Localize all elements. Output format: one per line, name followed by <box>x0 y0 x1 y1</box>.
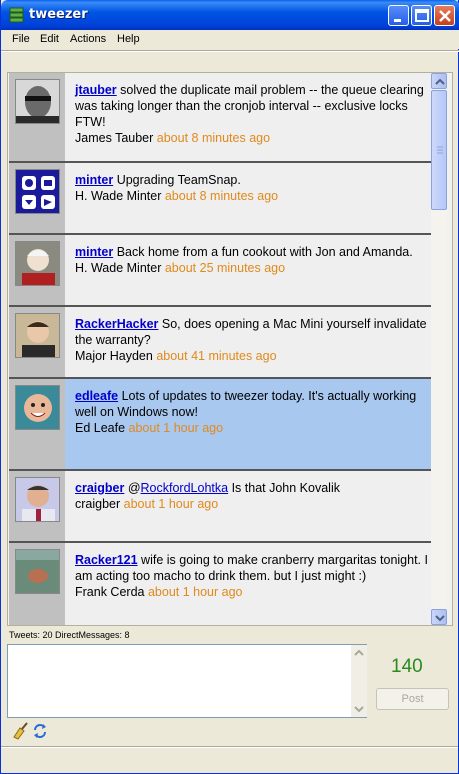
post-button[interactable]: Post <box>376 688 449 710</box>
tweet-text: craigber @RockfordLohtka Is that John Ko… <box>75 480 431 512</box>
minimize-button[interactable] <box>388 5 409 26</box>
tweet-text: minter Back home from a fun cookout with… <box>75 244 431 276</box>
menu-divider <box>1 50 459 52</box>
user-link[interactable]: jtauber <box>75 83 117 97</box>
timestamp: about 8 minutes ago <box>156 131 271 145</box>
composer-scrollbar[interactable] <box>351 645 367 717</box>
avatar-minter[interactable] <box>15 169 60 214</box>
tweet-item[interactable]: minter Back home from a fun cookout with… <box>9 235 436 307</box>
menu-help[interactable]: Help <box>117 33 140 45</box>
user-link[interactable]: Racker121 <box>75 553 138 567</box>
tweet-text: RackerHacker So, does opening a Mac Mini… <box>75 316 431 364</box>
tweet-item[interactable]: RackerHacker So, does opening a Mac Mini… <box>9 307 436 379</box>
menu-file[interactable]: File <box>12 33 30 45</box>
close-button[interactable] <box>434 5 455 26</box>
tweet-text: minter Upgrading TeamSnap. H. Wade Minte… <box>75 172 431 204</box>
author-name: Frank Cerda <box>75 585 145 599</box>
tweet-message: solved the duplicate mail problem -- the… <box>75 83 424 129</box>
tweet-item[interactable]: edleafe Lots of updates to tweezer today… <box>9 379 436 471</box>
app-icon <box>9 7 24 23</box>
menu-bar: File Edit Actions Help <box>1 30 459 49</box>
status-counts: Tweets: 20 DirectMessages: 8 <box>9 630 130 640</box>
timeline[interactable]: jtauber solved the duplicate mail proble… <box>7 72 453 626</box>
window-title: tweezer <box>29 7 88 22</box>
menu-edit[interactable]: Edit <box>40 33 59 45</box>
scroll-down-button[interactable] <box>431 609 447 625</box>
timestamp: about 8 minutes ago <box>164 189 279 203</box>
tweet-text: edleafe Lots of updates to tweezer today… <box>75 388 431 436</box>
avatar-rackerhacker[interactable] <box>15 313 60 358</box>
avatar-racker121[interactable] <box>15 549 60 594</box>
tweet-item[interactable]: minter Upgrading TeamSnap. H. Wade Minte… <box>9 163 436 235</box>
mention-link[interactable]: RockfordLohtka <box>141 481 229 495</box>
toolbar-strip <box>7 56 453 72</box>
avatar-jtauber[interactable] <box>15 79 60 124</box>
author-name: Major Hayden <box>75 349 153 363</box>
tweet-message: Is that John Kovalik <box>231 481 340 495</box>
timestamp: about 41 minutes ago <box>156 349 277 363</box>
user-link[interactable]: RackerHacker <box>75 317 158 331</box>
tweet-text: jtauber solved the duplicate mail proble… <box>75 82 431 146</box>
tweet-item[interactable]: jtauber solved the duplicate mail proble… <box>9 73 436 163</box>
grip-icon <box>437 146 443 154</box>
author-name: craigber <box>75 497 121 511</box>
timestamp: about 25 minutes ago <box>164 261 286 275</box>
avatar-edleafe[interactable] <box>15 385 60 430</box>
tweet-item[interactable]: craigber @RockfordLohtka Is that John Ko… <box>9 471 436 543</box>
mention-prefix: @ <box>127 481 141 495</box>
menu-actions[interactable]: Actions <box>70 33 106 45</box>
author-name: Ed Leafe <box>75 421 126 435</box>
scroll-thumb[interactable] <box>431 90 447 210</box>
author-name: H. Wade Minter <box>75 261 162 275</box>
broom-icon[interactable] <box>11 722 29 740</box>
timestamp: about 1 hour ago <box>128 421 224 435</box>
status-bar <box>1 750 458 772</box>
tweet-message: Upgrading TeamSnap. <box>116 173 241 187</box>
chevron-up-icon <box>435 78 445 85</box>
avatar-image <box>16 550 59 593</box>
tweet-input[interactable] <box>8 645 350 717</box>
minimize-icon <box>394 19 401 22</box>
character-counter: 140 <box>391 656 423 677</box>
avatar-image <box>16 478 59 521</box>
author-name: James Tauber <box>75 131 154 145</box>
tweet-item[interactable]: Racker121 wife is going to make cranberr… <box>9 543 436 625</box>
avatar-image <box>16 314 59 357</box>
scroll-up-button[interactable] <box>431 73 447 89</box>
timeline-scrollbar[interactable] <box>431 73 447 625</box>
avatar-image <box>16 80 59 123</box>
close-icon <box>439 10 451 22</box>
avatar-craigber[interactable] <box>15 477 60 522</box>
user-link[interactable]: minter <box>75 245 113 259</box>
composer-scroll-arrows-icon <box>354 649 364 713</box>
avatar-image <box>16 242 59 285</box>
user-link[interactable]: edleafe <box>75 389 118 403</box>
tweet-message: Back home from a fun cookout with Jon an… <box>116 245 413 259</box>
user-link[interactable]: craigber <box>75 481 124 495</box>
tweet-message: Lots of updates to tweezer today. It's a… <box>75 389 417 419</box>
avatar-minter-2[interactable] <box>15 241 60 286</box>
title-bar[interactable]: tweezer <box>1 0 459 30</box>
refresh-icon[interactable] <box>31 722 49 740</box>
composer[interactable] <box>7 644 367 718</box>
avatar-image <box>16 170 59 213</box>
bottom-divider <box>1 746 458 748</box>
timestamp: about 1 hour ago <box>147 585 243 599</box>
author-name: H. Wade Minter <box>75 189 162 203</box>
maximize-button[interactable] <box>411 5 432 26</box>
chevron-down-icon <box>435 615 445 622</box>
tweet-text: Racker121 wife is going to make cranberr… <box>75 552 431 600</box>
avatar-image <box>16 386 59 429</box>
user-link[interactable]: minter <box>75 173 113 187</box>
timestamp: about 1 hour ago <box>123 497 219 511</box>
maximize-icon <box>415 9 429 22</box>
app-window: tweezer File Edit Actions Help jtauber s… <box>0 0 459 774</box>
